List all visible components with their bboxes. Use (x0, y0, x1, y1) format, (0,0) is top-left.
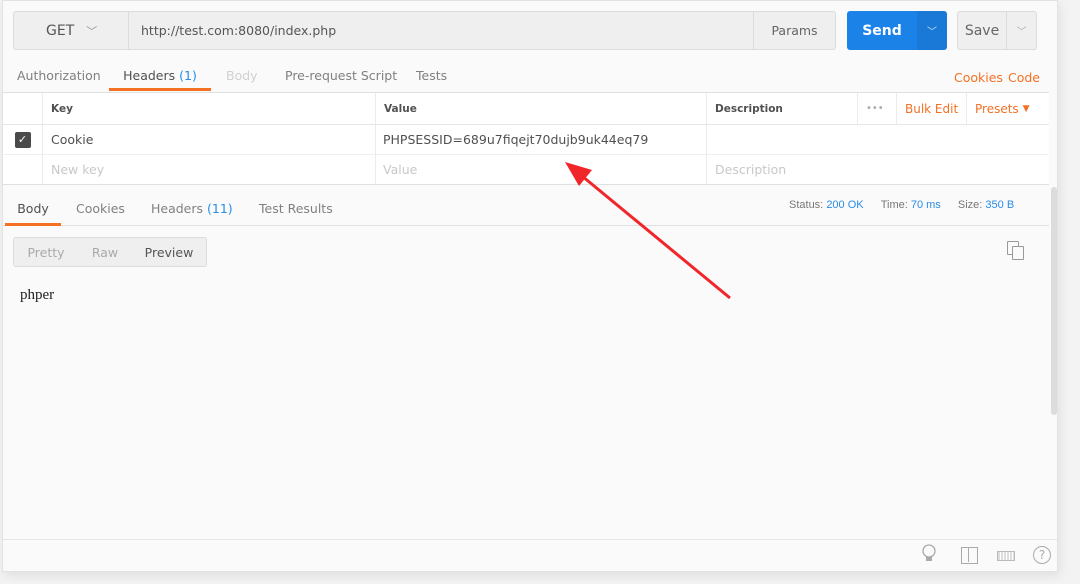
annotation-arrow (565, 162, 731, 300)
